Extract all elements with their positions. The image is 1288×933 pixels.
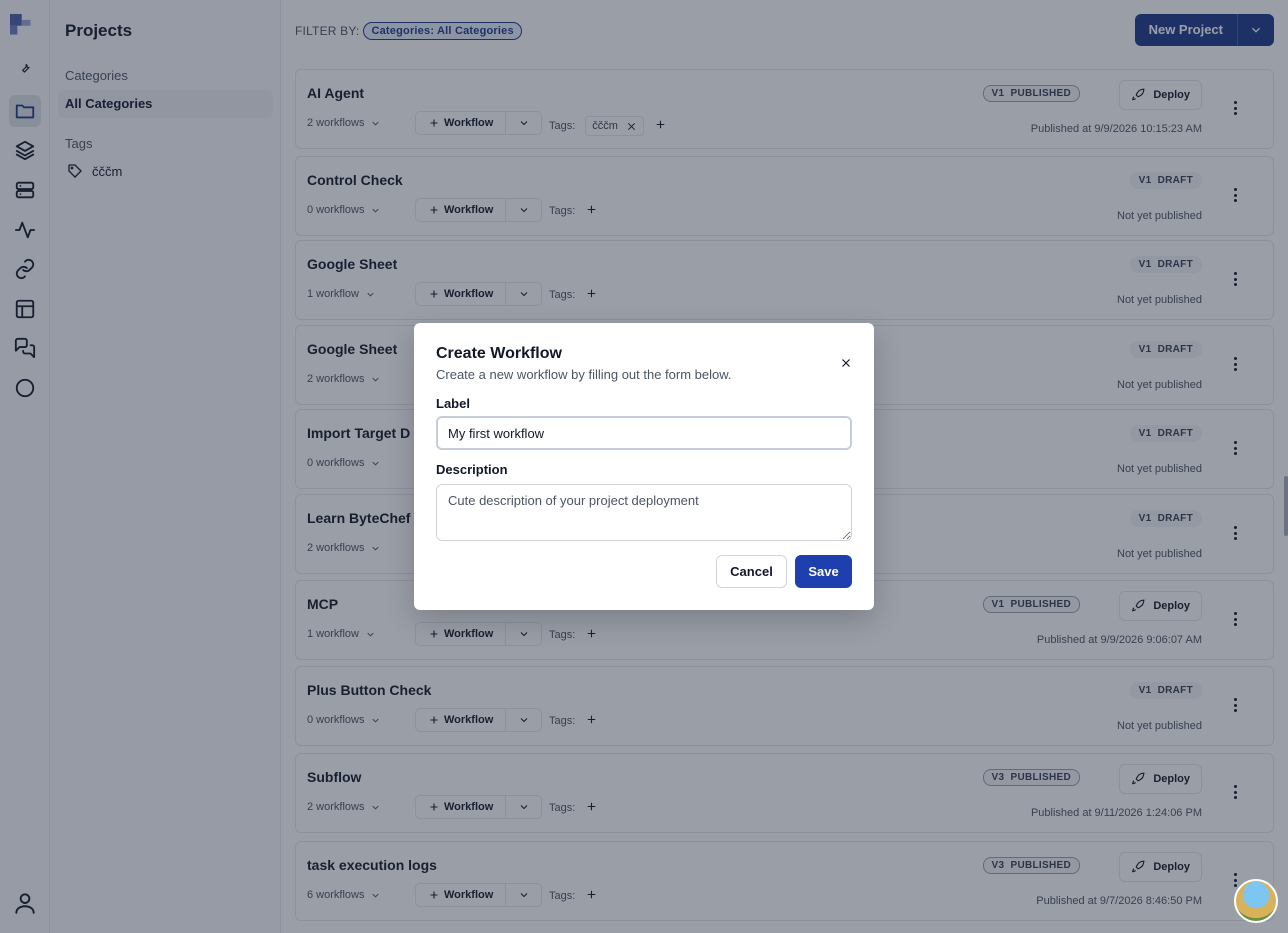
assistant-avatar[interactable] [1234,879,1278,923]
dialog-title: Create Workflow [436,345,562,362]
save-button[interactable]: Save [795,555,852,588]
cancel-button[interactable]: Cancel [716,555,787,588]
close-button[interactable] [838,355,854,371]
label-input[interactable] [436,416,852,450]
create-workflow-dialog: Create Workflow Create a new workflow by… [414,323,874,610]
description-field-label: Description [436,462,508,477]
dialog-subtitle: Create a new workflow by filling out the… [436,367,732,382]
close-icon [842,359,850,367]
description-textarea[interactable] [436,484,852,541]
scrollbar[interactable] [1284,476,1288,536]
label-field-label: Label [436,396,470,411]
